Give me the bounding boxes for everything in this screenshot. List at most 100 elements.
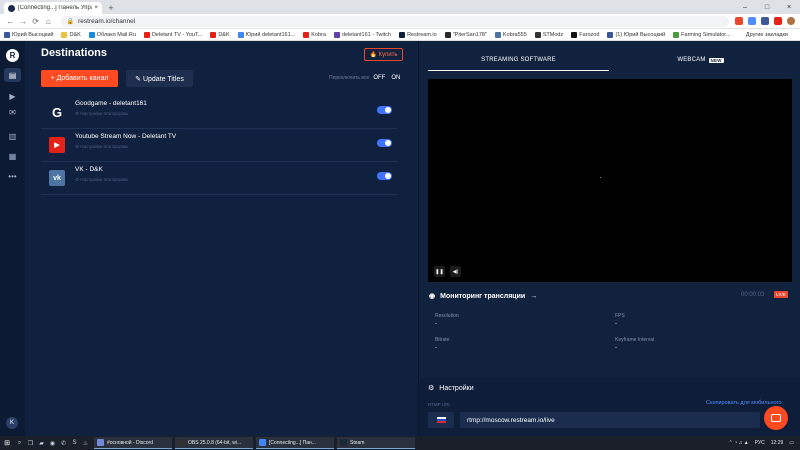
close-window-button[interactable]: × bbox=[778, 4, 800, 11]
bookmark-item[interactable]: STModz bbox=[534, 31, 563, 38]
skype-icon[interactable]: S bbox=[69, 438, 80, 448]
pause-icon[interactable]: ❚❚ bbox=[434, 266, 445, 277]
channel-settings-link[interactable]: ⚙ Настройки платформы bbox=[75, 111, 128, 117]
taskbar-app[interactable]: OBS 25.0.8 (64-bit, wi... bbox=[175, 437, 253, 449]
windows-taskbar: ⊞ ⌕ ❐ ▰ ◉ ✆ S ♨ #основной - Discord OBS 2… bbox=[0, 436, 800, 450]
bookmark-item[interactable]: (1) Юрий Высоцкий bbox=[607, 31, 665, 38]
monitoring-icon: ◉ bbox=[429, 293, 436, 300]
bookmark-item[interactable]: Kobra bbox=[303, 31, 326, 38]
rail-video-icon[interactable]: ▶ bbox=[4, 89, 21, 103]
update-titles-button[interactable]: ✎ Update Titles bbox=[126, 70, 193, 87]
browser-tab[interactable]: [Connecting...] Панель Управ × bbox=[4, 2, 102, 14]
avatar[interactable]: K bbox=[6, 417, 18, 429]
bookmark-favicon-icon bbox=[4, 31, 10, 38]
bookmark-favicon-icon bbox=[88, 31, 95, 38]
rail-destinations-icon[interactable]: ▤ bbox=[4, 68, 21, 82]
extension-icon[interactable] bbox=[761, 17, 770, 25]
profile-avatar[interactable] bbox=[787, 17, 796, 25]
steam-icon[interactable]: ♨ bbox=[80, 438, 91, 448]
bookmark-item[interactable]: deletant161 - Twitch bbox=[333, 31, 391, 38]
bookmark-item[interactable]: Облако Mail.Ru bbox=[88, 31, 136, 38]
fps-label: FPS bbox=[615, 313, 625, 319]
arrow-right-icon: → bbox=[530, 292, 538, 300]
bookmark-item[interactable]: Юрий Высоцкий bbox=[4, 31, 53, 38]
notifications-icon[interactable]: ▭ bbox=[789, 440, 794, 446]
taskbar-app[interactable]: #основной - Discord bbox=[94, 437, 172, 449]
channel-row[interactable]: vk VK - D&K ⚙ Настройки платформы bbox=[41, 162, 397, 195]
bookmark-favicon-icon bbox=[61, 31, 68, 38]
rail-analytics-icon[interactable]: ▥ bbox=[4, 129, 21, 143]
monitoring-link[interactable]: ◉ Мониторинг трансляции → bbox=[429, 292, 538, 301]
volume-icon[interactable]: ◀) bbox=[450, 266, 461, 277]
tray-icons[interactable]: ⌃ ◔ ♫ ▲ bbox=[729, 440, 749, 446]
clock[interactable]: 12:29 bbox=[771, 440, 784, 446]
rail-chat-icon[interactable]: ✉ bbox=[4, 105, 21, 119]
new-tab-button[interactable]: + bbox=[105, 2, 117, 14]
tab-webcam-label: WEBCAM bbox=[677, 57, 706, 63]
taskbar-app[interactable]: Steam bbox=[337, 437, 415, 449]
chrome-icon[interactable]: ◉ bbox=[47, 438, 58, 448]
channel-toggle[interactable] bbox=[377, 172, 392, 180]
buy-button[interactable]: 🔥 Купить bbox=[364, 48, 403, 61]
bookmark-favicon-icon bbox=[494, 31, 501, 38]
bookmark-item[interactable]: Kobra555 bbox=[494, 31, 527, 38]
tab-close-icon[interactable]: × bbox=[94, 5, 98, 11]
copy-for-mobile-link[interactable]: Скопировать для мобильного bbox=[706, 400, 781, 406]
start-button[interactable]: ⊞ bbox=[0, 439, 14, 447]
channel-row[interactable]: G Goodgame - deletant161 ⚙ Настройки платф… bbox=[41, 96, 397, 129]
extension-icon[interactable] bbox=[748, 17, 757, 25]
bookmark-label: D&K bbox=[218, 31, 230, 38]
rail-more-icon[interactable]: ••• bbox=[4, 169, 21, 183]
taskbar-app[interactable]: [Connecting...] Пан... bbox=[256, 437, 334, 449]
toggle-all-off-button[interactable]: OFF bbox=[373, 75, 385, 81]
bookmark-item[interactable]: Farozod bbox=[571, 31, 599, 38]
left-rail: R ✚ K ▤▶✉▥▦••• bbox=[0, 41, 25, 436]
minimize-button[interactable]: – bbox=[734, 4, 756, 11]
channel-settings-link[interactable]: ⚙ Настройки платформы bbox=[75, 144, 128, 150]
bookmark-label: Farming Simulator... bbox=[681, 31, 731, 38]
extension-icon[interactable] bbox=[774, 17, 783, 25]
reload-button[interactable]: ⟳ bbox=[30, 17, 41, 26]
extension-icon[interactable] bbox=[735, 17, 744, 25]
add-channel-button[interactable]: + Добавить канал bbox=[41, 70, 118, 87]
channel-row[interactable]: ▶ Youtube Stream Now - Deletant TV ⚙ Настр… bbox=[41, 129, 397, 162]
settings-heading[interactable]: ⚙ Настройки bbox=[428, 384, 474, 393]
stream-preview[interactable]: ❚❚ ◀) bbox=[428, 79, 792, 282]
explorer-icon[interactable]: ▰ bbox=[36, 438, 47, 448]
support-chat-button[interactable] bbox=[764, 406, 788, 430]
server-region-select[interactable] bbox=[428, 412, 454, 428]
bookmark-favicon-icon bbox=[571, 31, 578, 38]
search-icon[interactable]: ⌕ bbox=[14, 438, 25, 448]
toggle-all-label: Переключить все bbox=[329, 75, 370, 81]
home-button[interactable]: ⌂ bbox=[43, 17, 54, 26]
back-button[interactable]: ← bbox=[5, 17, 16, 26]
channel-toggle[interactable] bbox=[377, 139, 392, 147]
bookmark-item[interactable]: "PiterSan178" bbox=[444, 31, 487, 38]
app-icon bbox=[340, 439, 347, 446]
vk-icon: vk bbox=[49, 170, 65, 186]
tab-streaming-software[interactable]: STREAMING SOFTWARE bbox=[428, 49, 609, 71]
rail-calendar-icon[interactable]: ▦ bbox=[4, 149, 21, 163]
bookmark-item[interactable]: Restream.io bbox=[399, 31, 437, 38]
channel-toggle[interactable] bbox=[377, 106, 392, 114]
bookmark-item[interactable]: Farming Simulator... bbox=[673, 31, 731, 38]
keyboard-language[interactable]: РУС bbox=[755, 440, 765, 446]
whatsapp-icon[interactable]: ✆ bbox=[58, 438, 69, 448]
app-icon bbox=[259, 439, 266, 446]
other-bookmarks[interactable]: Другие закладки bbox=[746, 32, 788, 38]
forward-button[interactable]: → bbox=[18, 17, 29, 26]
taskbar-app-label: [Connecting...] Пан... bbox=[269, 439, 316, 446]
rtmp-url-field[interactable]: rtmp://moscow.restream.io/live bbox=[460, 412, 760, 428]
restream-logo[interactable]: R bbox=[6, 49, 19, 62]
bookmark-item[interactable]: Deletant TV - YouT... bbox=[143, 31, 202, 38]
maximize-button[interactable]: □ bbox=[756, 4, 778, 11]
tab-webcam[interactable]: WEBCAM NEW bbox=[609, 49, 792, 71]
bookmark-item[interactable]: Юрий deletant161... bbox=[237, 31, 295, 38]
bookmark-item[interactable]: D&K bbox=[61, 31, 81, 38]
channel-settings-link[interactable]: ⚙ Настройки платформы bbox=[75, 177, 128, 183]
toggle-all-on-button[interactable]: ON bbox=[391, 75, 400, 81]
address-bar[interactable]: 🔒 restream.io/channel bbox=[60, 15, 730, 27]
browser-toolbar: ← → ⟳ ⌂ 🔒 restream.io/channel bbox=[0, 14, 800, 29]
bookmark-item[interactable]: D&K bbox=[210, 31, 230, 38]
task-view-icon[interactable]: ❐ bbox=[25, 438, 36, 448]
